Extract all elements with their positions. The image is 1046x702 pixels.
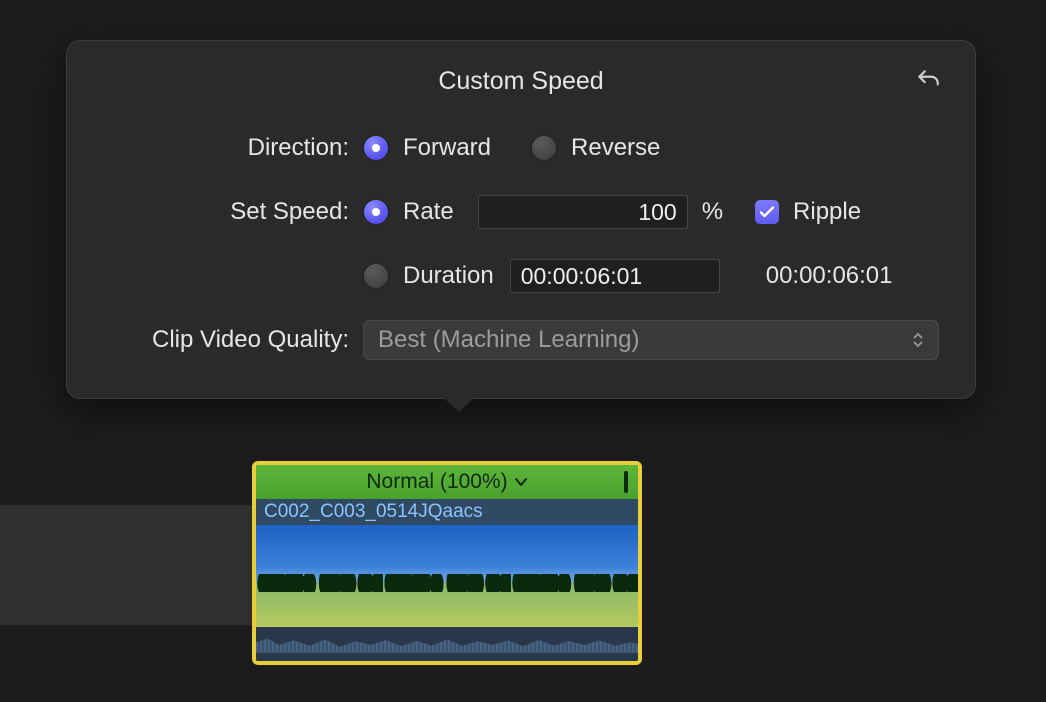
timeline-clip[interactable]: Normal (100%) C002_C003_0514JQaacs — [252, 461, 642, 665]
clip-thumb — [256, 525, 383, 627]
direction-label: Direction: — [103, 134, 363, 162]
clip-thumb — [383, 525, 510, 627]
direction-reverse-label: Reverse — [571, 134, 660, 162]
direction-forward-label: Forward — [403, 134, 491, 162]
direction-row: Direction: Forward Reverse — [103, 128, 939, 168]
setspeed-duration-controls: Duration 00:00:06:01 — [363, 259, 939, 293]
setspeed-rate-label: Rate — [403, 198, 454, 226]
speed-handle[interactable] — [624, 471, 628, 493]
quality-select[interactable]: Best (Machine Learning) — [363, 320, 939, 360]
clip-speed-bar[interactable]: Normal (100%) — [256, 465, 638, 499]
setspeed-rate-radio[interactable] — [363, 199, 389, 225]
duration-readout: 00:00:06:01 — [766, 262, 893, 290]
clip-name-label: C002_C003_0514JQaacs — [256, 499, 638, 525]
quality-label: Clip Video Quality: — [103, 326, 363, 354]
clip-thumb — [511, 525, 638, 627]
setspeed-label: Set Speed: — [103, 198, 363, 226]
undo-icon — [915, 67, 941, 93]
setspeed-rate-row: Set Speed: Rate % Ripple — [103, 192, 939, 232]
quality-controls: Best (Machine Learning) — [363, 320, 939, 360]
chevron-down-icon — [514, 477, 528, 487]
ripple-label: Ripple — [793, 198, 861, 226]
quality-row: Clip Video Quality: Best (Machine Learni… — [103, 320, 939, 360]
setspeed-duration-row: Duration 00:00:06:01 — [103, 256, 939, 296]
duration-input[interactable] — [510, 259, 720, 293]
setspeed-rate-controls: Rate % Ripple — [363, 195, 939, 229]
direction-reverse-radio[interactable] — [531, 135, 557, 161]
quality-value: Best (Machine Learning) — [378, 326, 639, 354]
popover-title: Custom Speed — [103, 67, 939, 96]
timeline-track[interactable] — [0, 505, 252, 625]
clip-audio-waveform — [256, 627, 638, 661]
reset-button[interactable] — [911, 63, 945, 97]
updown-icon — [908, 321, 928, 359]
rate-input[interactable] — [478, 195, 688, 229]
check-icon — [759, 204, 775, 220]
direction-forward-radio[interactable] — [363, 135, 389, 161]
setspeed-duration-label: Duration — [403, 262, 494, 290]
custom-speed-popover: Custom Speed Direction: Forward Reverse … — [66, 40, 976, 399]
setspeed-duration-radio[interactable] — [363, 263, 389, 289]
clip-thumbnails — [256, 525, 638, 627]
direction-controls: Forward Reverse — [363, 134, 939, 162]
clip-speed-label: Normal (100%) — [366, 470, 507, 494]
ripple-checkbox[interactable] — [755, 200, 779, 224]
rate-unit: % — [702, 198, 723, 226]
